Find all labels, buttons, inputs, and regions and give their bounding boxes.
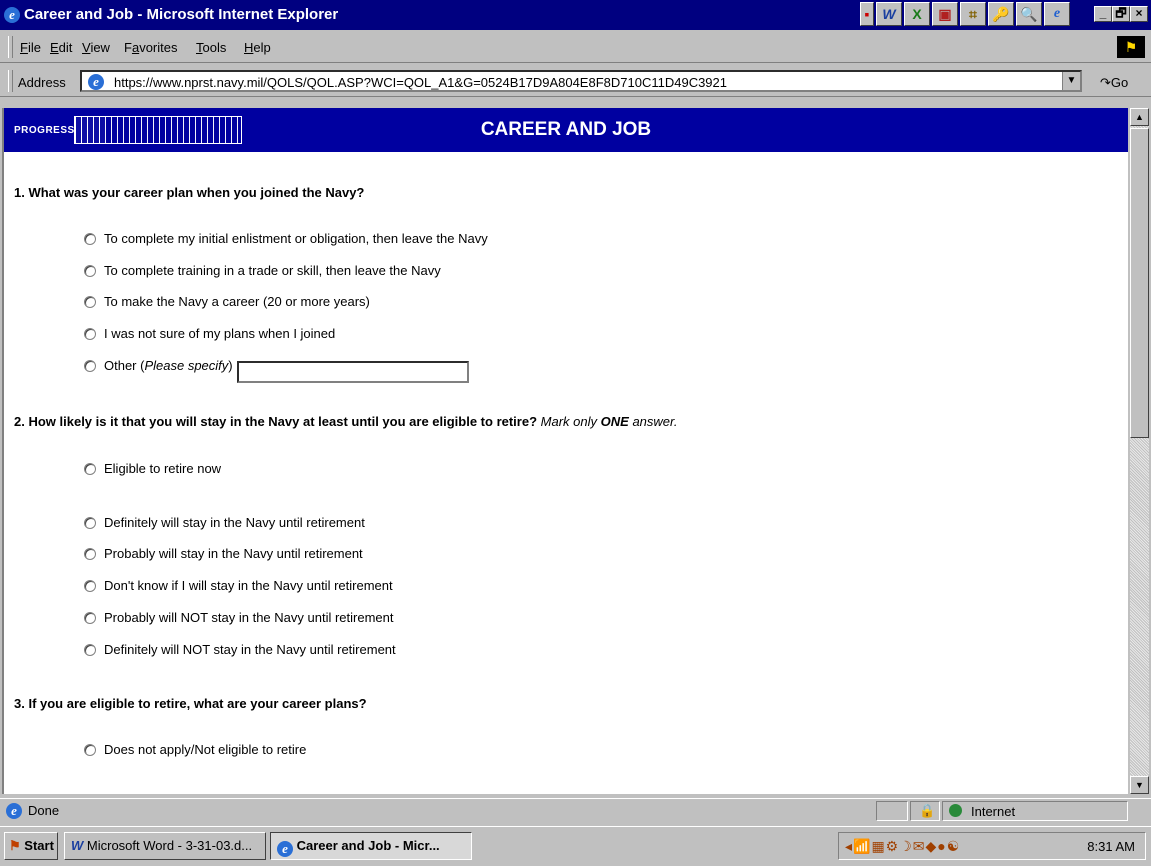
toolbar-grip[interactable] bbox=[8, 70, 13, 92]
radio-button[interactable] bbox=[84, 265, 96, 277]
word-task-icon: W bbox=[71, 838, 84, 853]
start-button[interactable]: ⚑ Start bbox=[4, 832, 58, 860]
page-icon: e bbox=[88, 74, 104, 90]
office-bar-icon[interactable]: ▪ bbox=[860, 2, 874, 26]
zone-label: Internet bbox=[971, 804, 1016, 819]
windows-logo-icon: ⚑ bbox=[1117, 36, 1145, 58]
q2-option-6[interactable]: Definitely will NOT stay in the Navy unt… bbox=[84, 642, 396, 657]
go-arrow-icon: ↷ bbox=[1100, 75, 1111, 90]
page-banner: PROGRESS: CAREER AND JOB bbox=[4, 108, 1128, 152]
menu-view[interactable]: View bbox=[82, 40, 110, 55]
q1-option-2[interactable]: To complete training in a trade or skill… bbox=[84, 263, 441, 278]
q1-option-1[interactable]: To complete my initial enlistment or obl… bbox=[84, 231, 488, 246]
q2-option-3[interactable]: Probably will stay in the Navy until ret… bbox=[84, 546, 363, 561]
task-ie[interactable]: e Career and Job - Micr... bbox=[270, 832, 472, 860]
toolbar-grip[interactable] bbox=[8, 36, 13, 58]
address-dropdown-button[interactable]: ▼ bbox=[1062, 72, 1080, 90]
powerpoint-icon[interactable]: ▣ bbox=[932, 2, 958, 26]
menu-tools[interactable]: Tools bbox=[196, 40, 226, 55]
minimize-button[interactable]: _ bbox=[1094, 6, 1112, 22]
question-3: 3. If you are eligible to retire, what a… bbox=[14, 696, 367, 711]
zone-pane: Internet bbox=[942, 801, 1128, 821]
windows-flag-icon: ⚑ bbox=[9, 838, 21, 853]
system-tray: ◂📶▦⚙☽✉◆●☯ 8:31 AM bbox=[838, 832, 1146, 860]
other-specify-input[interactable] bbox=[236, 360, 469, 383]
q1-option-4[interactable]: I was not sure of my plans when I joined bbox=[84, 326, 335, 341]
menu-help[interactable]: Help bbox=[244, 40, 271, 55]
radio-button[interactable] bbox=[84, 517, 96, 529]
radio-button[interactable] bbox=[84, 580, 96, 592]
radio-button[interactable] bbox=[84, 328, 96, 340]
security-pane: 🔒 bbox=[910, 801, 940, 821]
menu-edit[interactable]: Edit bbox=[50, 40, 72, 55]
radio-button[interactable] bbox=[84, 360, 96, 372]
question-2: 2. How likely is it that you will stay i… bbox=[14, 414, 678, 429]
lock-icon: 🔒 bbox=[919, 803, 936, 818]
scroll-up-button[interactable]: ▲ bbox=[1130, 108, 1149, 126]
title-bar[interactable]: e Career and Job - Microsoft Internet Ex… bbox=[0, 0, 1151, 30]
address-input[interactable]: e https://www.nprst.navy.mil/QOLS/QOL.AS… bbox=[80, 70, 1082, 92]
question-1: 1. What was your career plan when you jo… bbox=[14, 185, 365, 200]
ie-shortcut-icon[interactable]: e bbox=[1044, 2, 1070, 26]
menu-favorites[interactable]: Favorites bbox=[124, 40, 177, 55]
q2-option-2[interactable]: Definitely will stay in the Navy until r… bbox=[84, 515, 365, 530]
radio-button[interactable] bbox=[84, 644, 96, 656]
radio-button[interactable] bbox=[84, 744, 96, 756]
radio-button[interactable] bbox=[84, 548, 96, 560]
q2-option-4[interactable]: Don't know if I will stay in the Navy un… bbox=[84, 578, 393, 593]
status-pane bbox=[876, 801, 908, 821]
menu-file[interactable]: File bbox=[20, 40, 41, 55]
radio-button[interactable] bbox=[84, 233, 96, 245]
window-title: Career and Job - Microsoft Internet Expl… bbox=[24, 6, 339, 23]
status-page-icon: e bbox=[6, 803, 22, 819]
close-button[interactable]: × bbox=[1130, 6, 1148, 22]
status-text: Done bbox=[28, 803, 60, 818]
key-icon[interactable]: 🔑 bbox=[988, 2, 1014, 26]
vertical-scrollbar[interactable]: ▲ ▼ bbox=[1130, 108, 1149, 794]
radio-button[interactable] bbox=[84, 296, 96, 308]
access-icon[interactable]: ⌗ bbox=[960, 2, 986, 26]
word-icon[interactable]: W bbox=[876, 2, 902, 26]
radio-button[interactable] bbox=[84, 612, 96, 624]
page-content: PROGRESS: CAREER AND JOB 1. What was you… bbox=[2, 108, 1128, 794]
address-bar: Address e https://www.nprst.navy.mil/QOL… bbox=[0, 66, 1151, 97]
q1-option-other[interactable]: Other (Please specify) bbox=[84, 358, 469, 383]
q3-option-1[interactable]: Does not apply/Not eligible to retire bbox=[84, 742, 306, 757]
go-button[interactable]: ↷Go bbox=[1100, 75, 1128, 91]
q2-option-1[interactable]: Eligible to retire now bbox=[84, 461, 221, 476]
radio-button[interactable] bbox=[84, 463, 96, 475]
q1-option-3[interactable]: To make the Navy a career (20 or more ye… bbox=[84, 294, 370, 309]
globe-icon bbox=[949, 804, 962, 817]
excel-icon[interactable]: X bbox=[904, 2, 930, 26]
ie-icon: e bbox=[4, 7, 20, 23]
scroll-thumb[interactable] bbox=[1130, 128, 1149, 438]
restore-button[interactable]: 🗗 bbox=[1112, 6, 1130, 22]
find-icon[interactable]: 🔍 bbox=[1016, 2, 1042, 26]
address-label: Address bbox=[18, 75, 66, 90]
taskbar: ⚑ Start W Microsoft Word - 3-31-03.d... … bbox=[0, 826, 1151, 866]
clock: 8:31 AM bbox=[1087, 839, 1135, 854]
tray-icons[interactable]: ◂📶▦⚙☽✉◆●☯ bbox=[845, 838, 960, 855]
address-url: https://www.nprst.navy.mil/QOLS/QOL.ASP?… bbox=[114, 75, 727, 90]
q2-option-5[interactable]: Probably will NOT stay in the Navy until… bbox=[84, 610, 393, 625]
page-title: CAREER AND JOB bbox=[480, 119, 652, 140]
ie-task-icon: e bbox=[277, 841, 293, 857]
menu-bar: File Edit View Favorites Tools Help ⚑ bbox=[0, 32, 1151, 63]
scroll-down-button[interactable]: ▼ bbox=[1130, 776, 1149, 794]
status-bar: e Done 🔒 Internet bbox=[0, 798, 1151, 823]
task-word[interactable]: W Microsoft Word - 3-31-03.d... bbox=[64, 832, 266, 860]
